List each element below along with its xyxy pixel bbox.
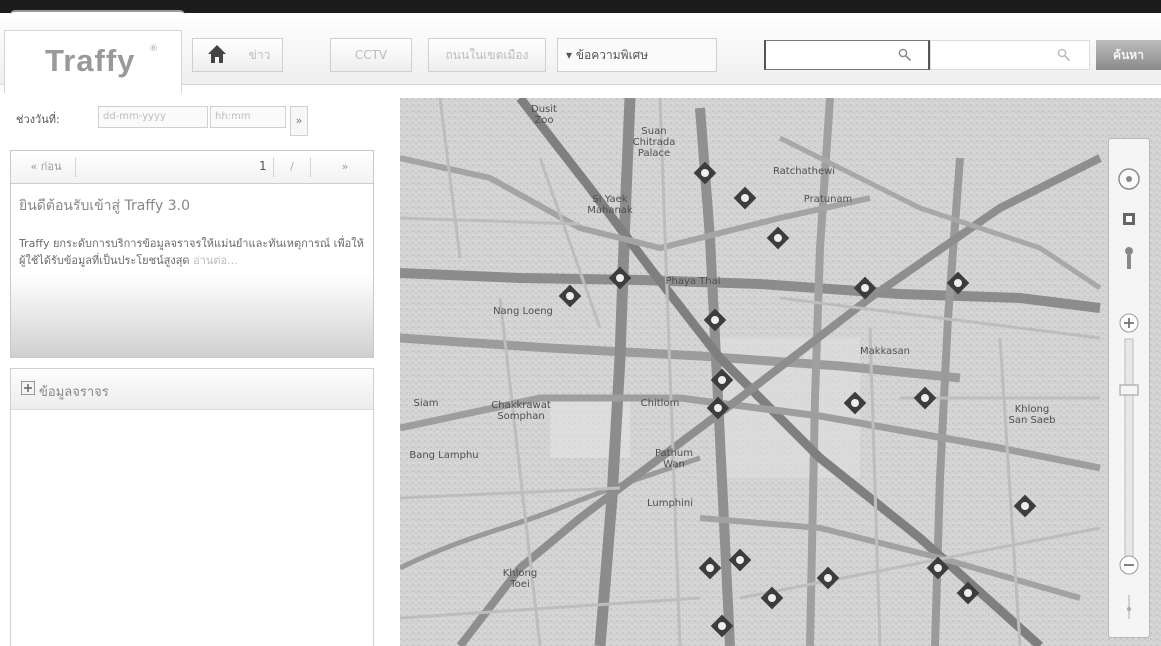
zoom-in-icon[interactable] bbox=[1119, 313, 1139, 333]
news-panel: « ก่อน 1 / » ยินดีต้อนรับเข้าสู่ Traffy … bbox=[10, 150, 374, 358]
expand-plus-icon[interactable] bbox=[21, 381, 35, 395]
map-label: Siam bbox=[413, 398, 439, 409]
news-body-text: Traffy ยกระดับการบริการข้อมูลจราจรให้แม่… bbox=[19, 237, 364, 267]
zoom-out-icon[interactable] bbox=[1119, 555, 1139, 575]
clear-search-icon[interactable] bbox=[1057, 48, 1071, 62]
map-label: Lumphini bbox=[646, 498, 694, 509]
pager-page-number: 1 bbox=[259, 159, 267, 173]
map-label: Si Yaek Mahanak bbox=[587, 194, 633, 216]
map-label: Pathum Wan bbox=[654, 448, 694, 470]
pager-separator: / bbox=[273, 157, 311, 177]
traffic-info-title: ข้อมูลจราจร bbox=[39, 385, 109, 400]
pager-prev-button[interactable]: « ก่อน bbox=[17, 157, 76, 177]
traffic-info-panel: ข้อมูลจราจร bbox=[10, 368, 374, 646]
pegman-icon[interactable] bbox=[1125, 247, 1133, 269]
date-range-label: ช่วงวันที่: bbox=[16, 113, 60, 126]
map-label: Makkasan bbox=[860, 346, 910, 357]
map-label: Bang Lamphu bbox=[409, 450, 479, 461]
browser-tab-strip bbox=[0, 0, 1161, 24]
nav-news-button[interactable]: ข่าว bbox=[237, 38, 283, 72]
map-label: Nang Loeng bbox=[493, 306, 553, 317]
nav-city-roads-button[interactable]: ถนนในเขตเมือง bbox=[428, 38, 546, 72]
news-title: ยินดีต้อนรับเข้าสู่ Traffy 3.0 bbox=[19, 198, 191, 214]
map-label: Khlong Toei bbox=[502, 568, 538, 590]
nav-cctv-button[interactable]: CCTV bbox=[330, 38, 412, 72]
map-label: Khlong San Saeb bbox=[1008, 404, 1056, 426]
home-icon bbox=[208, 45, 226, 63]
news-read-more-link[interactable]: อ่านต่อ... bbox=[193, 254, 238, 267]
map-label: Pratunam bbox=[803, 194, 853, 205]
map-label: Phaya Thai bbox=[665, 276, 721, 287]
layers-icon[interactable] bbox=[1123, 213, 1135, 225]
search-go-button[interactable]: ค้นหา bbox=[1096, 40, 1161, 70]
map-label: Suan Chitrada Palace bbox=[632, 126, 676, 159]
special-message-dropdown[interactable]: ▾ ข้อความพิเศษ bbox=[557, 38, 717, 72]
pan-center-icon bbox=[1126, 176, 1132, 182]
map-label: Ratchathewi bbox=[772, 166, 836, 177]
search-icon bbox=[898, 48, 912, 62]
date-to-field[interactable]: hh:mm bbox=[210, 106, 286, 128]
scale-icon bbox=[1127, 595, 1131, 619]
date-range-filter: ช่วงวันที่: dd-mm-yyyy hh:mm » bbox=[10, 100, 380, 148]
logo-tab: Traffy ® bbox=[4, 30, 182, 93]
news-pager: « ก่อน 1 / » bbox=[11, 151, 373, 184]
zoom-control-graphic bbox=[1118, 168, 1140, 619]
map-label: Chitlom bbox=[640, 398, 680, 409]
traffic-map[interactable]: Dusit Zoo Suan Chitrada Palace Si Yaek Mahan… bbox=[400, 98, 1161, 646]
map-canvas[interactable] bbox=[400, 98, 1161, 646]
app-logo[interactable]: Traffy bbox=[45, 43, 135, 79]
pager-next-button[interactable]: » bbox=[327, 157, 363, 177]
map-zoom-control bbox=[1108, 138, 1150, 638]
traffic-info-header[interactable]: ข้อมูลจราจร bbox=[11, 369, 373, 410]
news-body: Traffy ยกระดับการบริการข้อมูลจราจรให้แม่… bbox=[19, 235, 369, 269]
logo-trademark: ® bbox=[149, 44, 158, 54]
map-label: Dusit Zoo bbox=[531, 104, 557, 126]
zoom-slider-track[interactable] bbox=[1124, 338, 1134, 560]
zoom-slider-handle[interactable] bbox=[1119, 384, 1139, 396]
map-label: Chakkrawat Somphan bbox=[491, 400, 551, 422]
app-toolbar: Traffy ® ข่าว CCTV ถนนในเขตเมือง ▾ ข้อคว… bbox=[0, 20, 1161, 93]
date-from-field[interactable]: dd-mm-yyyy bbox=[98, 106, 208, 128]
date-apply-button[interactable]: » bbox=[290, 106, 308, 136]
